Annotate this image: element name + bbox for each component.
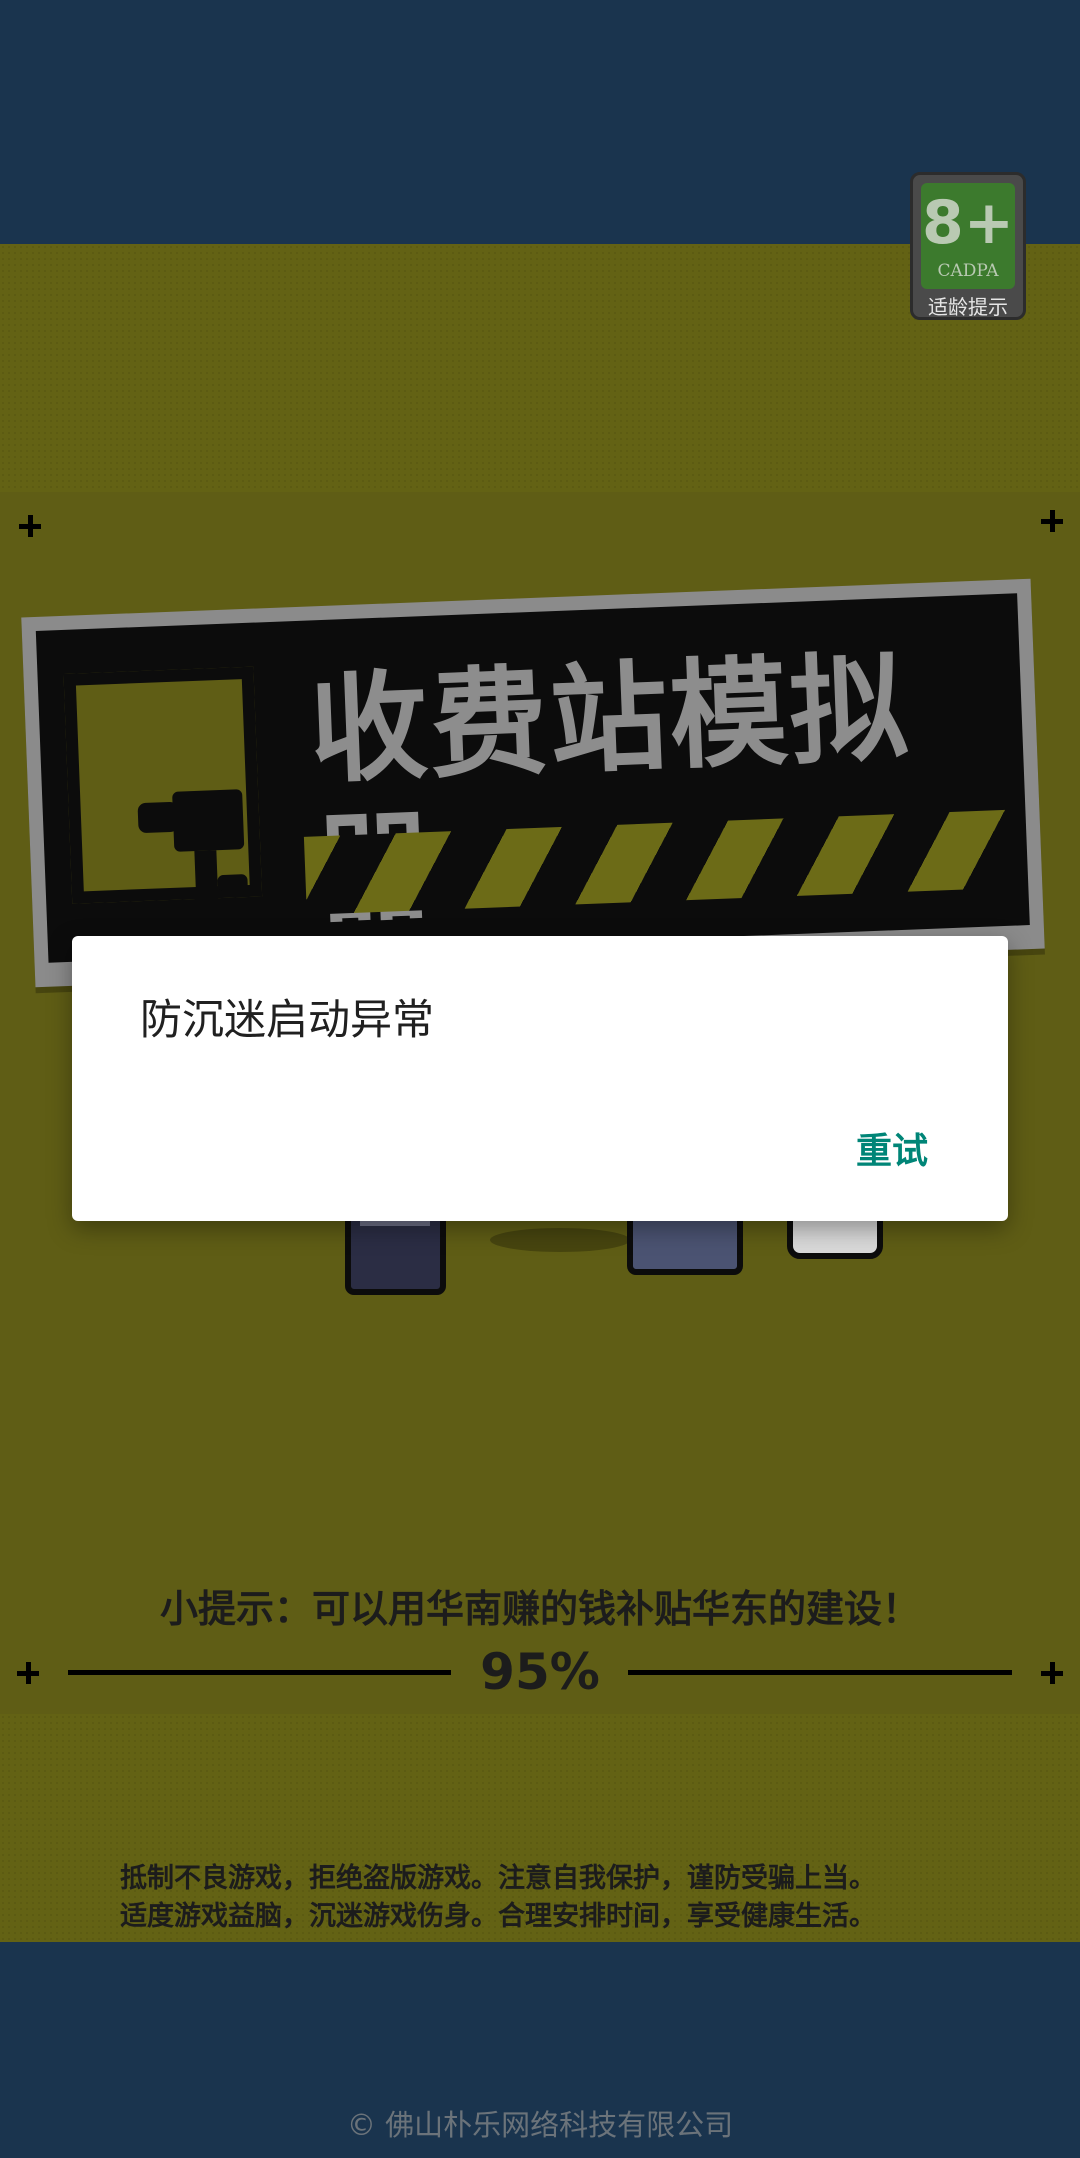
progress-line-right <box>628 1670 1012 1675</box>
retry-button[interactable]: 重试 <box>856 1122 928 1174</box>
camera-icon <box>137 789 248 902</box>
rating-org: CADPA <box>937 261 999 281</box>
logo-icon-box <box>63 666 263 904</box>
progress-line-left <box>68 1670 451 1675</box>
plus-corner-icon <box>17 1662 39 1684</box>
loading-hint: 小提示：可以用华南赚的钱补贴华东的建设！ <box>159 1587 920 1631</box>
health-notice-line: 适度游戏益脑，沉迷游戏伤身。合理安排时间，享受健康生活。 <box>120 1901 876 1932</box>
logo-plate: 收费站模拟器 <box>35 593 1030 963</box>
plus-corner-icon <box>1041 1662 1063 1684</box>
plus-corner-icon <box>19 515 41 537</box>
health-notice-line: 抵制不良游戏，拒绝盗版游戏。注意自我保护，谨防受骗上当。 <box>120 1863 876 1894</box>
game-logo: 收费站模拟器 <box>21 578 1045 988</box>
progress-percent: 95% <box>480 1643 600 1701</box>
age-rating-plate: 8+ CADPA <box>921 183 1015 289</box>
age-rating-badge: 8+ CADPA 适龄提示 <box>910 172 1026 320</box>
health-notice: 抵制不良游戏，拒绝盗版游戏。注意自我保护，谨防受骗上当。 适度游戏益脑，沉迷游戏… <box>120 1860 876 1936</box>
rating-label: 适龄提示 <box>928 295 1008 319</box>
copyright: © 佛山朴乐网络科技有限公司 <box>346 2108 734 2142</box>
dialog-title: 防沉迷启动异常 <box>140 995 435 1044</box>
plus-corner-icon <box>1041 510 1063 532</box>
age-rating-value: 8+ <box>921 188 1015 258</box>
anti-addiction-dialog: 防沉迷启动异常 重试 <box>72 936 1008 1221</box>
